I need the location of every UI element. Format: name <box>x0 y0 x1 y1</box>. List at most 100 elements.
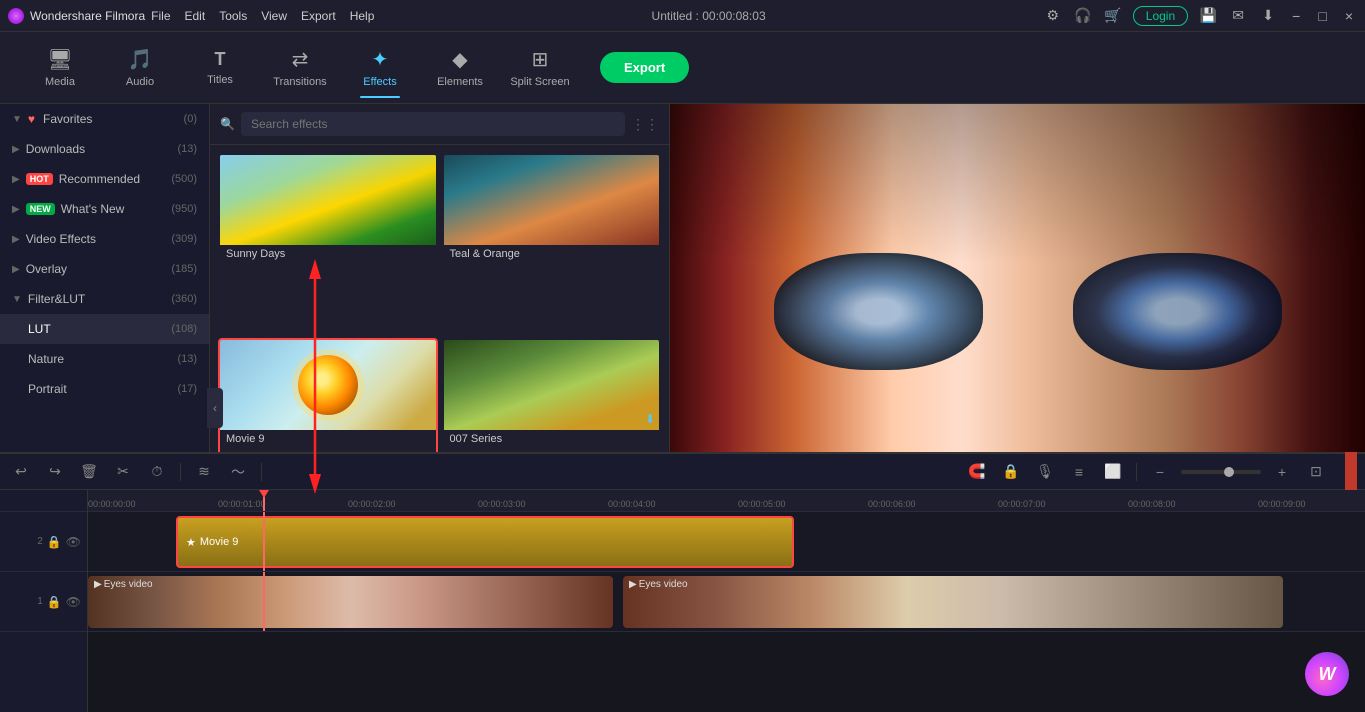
headset-icon[interactable]: 🎧 <box>1073 6 1093 26</box>
save-icon[interactable]: 💾 <box>1198 6 1218 26</box>
effect-thumb-teal-orange <box>444 155 660 245</box>
effect-thumb-007-series: ⬇ <box>444 340 660 430</box>
mic-button[interactable]: 🎙 <box>1032 459 1058 485</box>
menu-help[interactable]: Help <box>350 9 375 23</box>
sidebar-item-nature[interactable]: Nature (13) <box>0 344 209 374</box>
zoom-in-button[interactable]: + <box>1269 459 1295 485</box>
nature-count: (13) <box>177 353 197 365</box>
favorites-arrow: ▼ <box>12 114 22 125</box>
ruler-mark-8: 00:00:08:00 <box>1128 499 1176 509</box>
magnet-button[interactable]: 🧲 <box>964 459 990 485</box>
speed-button[interactable]: ⏱ <box>144 459 170 485</box>
sidebar-item-favorites[interactable]: ▼ ♥ Favorites (0) <box>0 104 209 134</box>
subtitle-button[interactable]: ≡ <box>1066 459 1092 485</box>
clip-eyes-1-thumbs <box>88 576 613 628</box>
main-toolbar: 🖥 Media 🎵 Audio T Titles ⇄ Transitions ✦… <box>0 32 1365 104</box>
timeline-right-indicator <box>1345 452 1357 492</box>
overlay-label: Overlay <box>26 262 67 276</box>
track-2-visibility-icon[interactable]: 👁 <box>66 535 81 549</box>
effect-label-sunny-days: Sunny Days <box>220 245 436 263</box>
sidebar-item-overlay[interactable]: ▶ Overlay (185) <box>0 254 209 284</box>
close-button[interactable]: × <box>1341 8 1357 24</box>
menu-file[interactable]: File <box>151 9 170 23</box>
effect-thumb-sunny-days <box>220 155 436 245</box>
ruler-mark-1: 00:00:01:00 <box>218 499 266 509</box>
login-button[interactable]: Login <box>1133 6 1188 26</box>
app-name: Wondershare Filmora <box>30 9 145 23</box>
clip-eyes-video-2[interactable]: ▶ Eyes video <box>623 576 1283 628</box>
effect-sunny-days[interactable]: Sunny Days <box>218 153 438 334</box>
menu-export[interactable]: Export <box>301 9 336 23</box>
audio-eq-button[interactable]: ≋ <box>191 459 217 485</box>
nature-label: Nature <box>28 352 64 366</box>
recommended-label: Recommended <box>59 172 140 186</box>
sidebar-item-downloads[interactable]: ▶ Downloads (13) <box>0 134 209 164</box>
effect-teal-orange[interactable]: Teal & Orange <box>442 153 662 334</box>
cart-icon[interactable]: 🛒 <box>1103 6 1123 26</box>
sidebar-item-video-effects[interactable]: ▶ Video Effects (309) <box>0 224 209 254</box>
clip-eyes-video-1[interactable]: ▶ Eyes video <box>88 576 613 628</box>
track-1-content: ▶ Eyes video ▶ Eyes video <box>88 572 1365 632</box>
message-icon[interactable]: ✉ <box>1228 6 1248 26</box>
minimize-button[interactable]: − <box>1288 8 1304 24</box>
effect-label-teal-orange: Teal & Orange <box>444 245 660 263</box>
hot-badge: HOT <box>26 173 53 185</box>
timeline-scroll-area[interactable]: 00:00:00:00 00:00:01:00 00:00:02:00 00:0… <box>88 490 1365 712</box>
toolbar-audio[interactable]: 🎵 Audio <box>100 38 180 98</box>
filter-lut-count: (360) <box>171 293 197 305</box>
media-icon: 🖥 <box>47 47 72 72</box>
sidebar-item-portrait[interactable]: Portrait (17) <box>0 374 209 404</box>
lut-count: (108) <box>171 323 197 335</box>
toolbar-media[interactable]: 🖥 Media <box>20 38 100 98</box>
grid-icon[interactable]: ⋮⋮ <box>631 116 659 133</box>
zoom-slider[interactable] <box>1181 470 1261 474</box>
favorites-count: (0) <box>184 113 197 125</box>
clip-star-icon: ★ <box>186 536 196 549</box>
maximize-button[interactable]: □ <box>1314 8 1330 24</box>
menu-edit[interactable]: Edit <box>185 9 206 23</box>
toolbar-titles[interactable]: T Titles <box>180 38 260 98</box>
toolbar-effects[interactable]: ✦ Effects <box>340 38 420 98</box>
zoom-out-button[interactable]: − <box>1147 459 1173 485</box>
redo-button[interactable]: ↪ <box>42 459 68 485</box>
menu-tools[interactable]: Tools <box>219 9 247 23</box>
sidebar-item-lut[interactable]: LUT (108) <box>0 314 209 344</box>
search-input[interactable] <box>241 112 625 136</box>
cut-button[interactable]: ✂ <box>110 459 136 485</box>
delete-clip-button[interactable]: 🗑 <box>76 459 102 485</box>
clip-movie9[interactable]: ★ Movie 9 <box>176 516 794 568</box>
downloads-label: Downloads <box>26 142 85 156</box>
download-icon[interactable]: ⬇ <box>1258 6 1278 26</box>
toolbar-elements[interactable]: ◆ Elements <box>420 38 500 98</box>
track-1-visibility-icon[interactable]: 👁 <box>66 595 81 609</box>
sidebar-item-recommended[interactable]: ▶ HOT Recommended (500) <box>0 164 209 194</box>
download-effect-icon: ⬇ <box>645 412 655 426</box>
settings-icon[interactable]: ⚙ <box>1043 6 1063 26</box>
splitscreen-icon: ⊞ <box>532 47 549 72</box>
export-button[interactable]: Export <box>600 52 689 83</box>
menu-bar: File Edit Tools View Export Help <box>151 9 374 23</box>
pip-button[interactable]: ⬜ <box>1100 459 1126 485</box>
waveform-button[interactable]: 〜 <box>225 459 251 485</box>
track-2-lock-icon[interactable]: 🔒 <box>47 535 62 549</box>
toolbar-splitscreen[interactable]: ⊞ Split Screen <box>500 38 580 98</box>
titlebar: Wondershare Filmora File Edit Tools View… <box>0 0 1365 32</box>
sidebar-collapse-btn[interactable]: ‹ <box>207 388 210 428</box>
downloads-arrow: ▶ <box>12 144 20 155</box>
undo-button[interactable]: ↩ <box>8 459 34 485</box>
track-1-lock-icon[interactable]: 🔒 <box>47 595 62 609</box>
titles-icon: T <box>215 49 226 70</box>
elements-label: Elements <box>437 76 483 88</box>
audio-label: Audio <box>126 76 154 88</box>
splitscreen-label: Split Screen <box>510 76 569 88</box>
toolbar-transitions[interactable]: ⇄ Transitions <box>260 38 340 98</box>
app-logo <box>8 8 24 24</box>
effect-thumb-movie9 <box>220 340 436 430</box>
menu-view[interactable]: View <box>261 9 287 23</box>
sidebar-item-whats-new[interactable]: ▶ NEW What's New (950) <box>0 194 209 224</box>
ruler-mark-2: 00:00:02:00 <box>348 499 396 509</box>
sidebar-item-filter-lut[interactable]: ▼ Filter&LUT (360) <box>0 284 209 314</box>
portrait-label: Portrait <box>28 382 67 396</box>
lock-button[interactable]: 🔒 <box>998 459 1024 485</box>
fit-timeline-button[interactable]: ⊡ <box>1303 459 1329 485</box>
